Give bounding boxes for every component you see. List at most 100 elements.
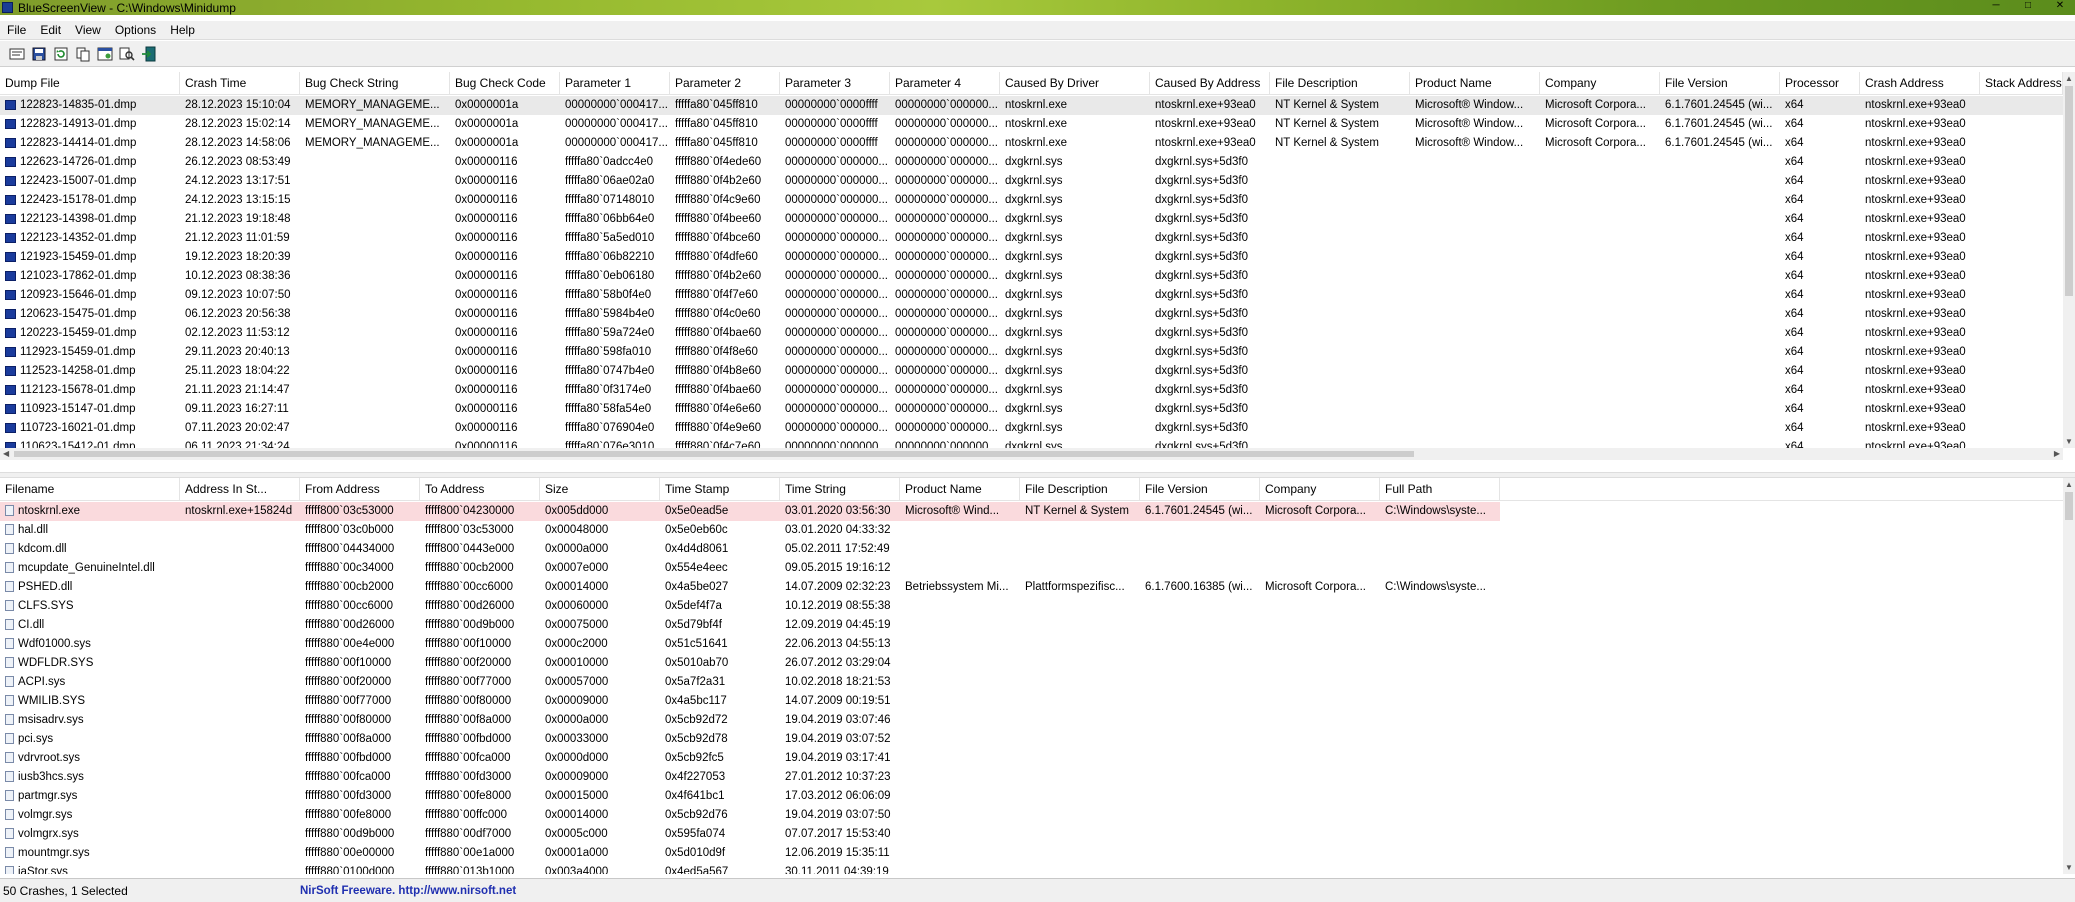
driver-column-header[interactable]: From Address xyxy=(300,478,420,501)
menu-file[interactable]: File xyxy=(0,23,33,37)
crash-row[interactable]: 122123-14398-01.dmp 21.12.2023 19:18:48 0x… xyxy=(0,210,2075,229)
driver-row[interactable]: WDFLDR.SYS fffff880`00f10000 fffff880`00f2… xyxy=(0,654,2075,673)
minimize-button[interactable]: ─ xyxy=(1987,0,2005,12)
crash-column-header[interactable]: Product Name xyxy=(1410,72,1540,95)
crash-column-header[interactable]: Parameter 3 xyxy=(780,72,890,95)
crash-row[interactable]: 121023-17862-01.dmp 10.12.2023 08:38:36 0x… xyxy=(0,267,2075,286)
driver-row[interactable]: Wdf01000.sys fffff880`00e4e000 fffff880`00… xyxy=(0,635,2075,654)
menu-edit[interactable]: Edit xyxy=(33,23,68,37)
driver-row[interactable]: kdcom.dll fffff800`04434000 fffff800`0443e… xyxy=(0,540,2075,559)
driver-row[interactable]: partmgr.sys fffff880`00fd3000 fffff880`00f… xyxy=(0,787,2075,806)
driver-row[interactable]: ACPI.sys fffff880`00f20000 fffff880`00f770… xyxy=(0,673,2075,692)
menu-options[interactable]: Options xyxy=(108,23,163,37)
copy-icon[interactable] xyxy=(74,45,91,62)
crash-list-hscrollbar[interactable]: ◀ ▶ xyxy=(0,448,2063,460)
crash-column-header[interactable]: File Version xyxy=(1660,72,1780,95)
driver-row[interactable]: CLFS.SYS fffff880`00cc6000 fffff880`00d260… xyxy=(0,597,2075,616)
refresh-icon[interactable] xyxy=(52,45,69,62)
driver-column-header[interactable]: Size xyxy=(540,478,660,501)
driver-column-header[interactable]: To Address xyxy=(420,478,540,501)
find-icon[interactable] xyxy=(118,45,135,62)
crash-row[interactable]: 122823-14414-01.dmp 28.12.2023 14:58:06 ME… xyxy=(0,134,2075,153)
crash-column-header[interactable]: Dump File xyxy=(0,72,180,95)
driver-row[interactable]: volmgr.sys fffff880`00fe8000 fffff880`00ff… xyxy=(0,806,2075,825)
crash-row[interactable]: 110723-16021-01.dmp 07.11.2023 20:02:47 0x… xyxy=(0,419,2075,438)
crash-row[interactable]: 122423-15007-01.dmp 24.12.2023 13:17:51 0x… xyxy=(0,172,2075,191)
html-report-icon[interactable] xyxy=(96,45,113,62)
driver-row[interactable]: vdrvroot.sys fffff880`00fbd000 fffff880`00… xyxy=(0,749,2075,768)
close-button[interactable]: ✕ xyxy=(2051,0,2069,12)
crash-column-header[interactable]: File Description xyxy=(1270,72,1410,95)
driver-row[interactable]: mcupdate_GenuineIntel.dll fffff880`00c340… xyxy=(0,559,2075,578)
crash-column-header[interactable]: Parameter 4 xyxy=(890,72,1000,95)
driver-row[interactable]: WMILIB.SYS fffff880`00f77000 fffff880`00f8… xyxy=(0,692,2075,711)
table-cell: fffff880`00d9b000 xyxy=(300,825,420,844)
crash-row[interactable]: 112523-14258-01.dmp 25.11.2023 18:04:22 0x… xyxy=(0,362,2075,381)
crash-row[interactable]: 122823-14913-01.dmp 28.12.2023 15:02:14 ME… xyxy=(0,115,2075,134)
driver-row[interactable]: iaStor.sys fffff880`0100d000 fffff880`013b… xyxy=(0,863,2075,874)
driver-row[interactable]: CI.dll fffff880`00d26000 fffff880`00d9b000… xyxy=(0,616,2075,635)
driver-column-header[interactable]: Full Path xyxy=(1380,478,1500,501)
cell-text: x64 xyxy=(1785,384,1804,396)
driver-row[interactable]: PSHED.dll fffff880`00cb2000 fffff880`00cc6… xyxy=(0,578,2075,597)
driver-row[interactable]: msisadrv.sys fffff880`00f80000 fffff880`00… xyxy=(0,711,2075,730)
table-cell xyxy=(1410,210,1540,229)
driver-row[interactable]: iusb3hcs.sys fffff880`00fca000 fffff880`00… xyxy=(0,768,2075,787)
driver-column-header[interactable]: File Version xyxy=(1140,478,1260,501)
table-cell: Microsoft Corpora... xyxy=(1260,578,1380,597)
cell-text: 00000000`000000... xyxy=(895,118,998,130)
maximize-button[interactable]: □ xyxy=(2019,0,2037,12)
driver-row[interactable]: volmgrx.sys fffff880`00d9b000 fffff880`00d… xyxy=(0,825,2075,844)
table-cell xyxy=(300,191,450,210)
crash-column-header[interactable]: Bug Check String xyxy=(300,72,450,95)
crash-row[interactable]: 112123-15678-01.dmp 21.11.2023 21:14:47 0x… xyxy=(0,381,2075,400)
crash-list-vscrollbar[interactable]: ▲ ▼ xyxy=(2063,72,2075,448)
table-cell: Plattformspezifisc... xyxy=(1020,578,1140,597)
crash-row[interactable]: 122623-14726-01.dmp 26.12.2023 08:53:49 0x… xyxy=(0,153,2075,172)
crash-row[interactable]: 120623-15475-01.dmp 06.12.2023 20:56:38 0x… xyxy=(0,305,2075,324)
driver-file-icon xyxy=(5,752,14,764)
driver-row[interactable]: ntoskrnl.exe ntoskrnl.exe+15824d fffff800`… xyxy=(0,502,1500,521)
table-cell xyxy=(1980,229,2063,248)
driver-row[interactable]: hal.dll fffff800`03c0b000 fffff800`03c5300… xyxy=(0,521,2075,540)
crash-column-header[interactable]: Crash Time xyxy=(180,72,300,95)
driver-list-vscrollbar[interactable]: ▲ ▼ xyxy=(2063,478,2075,874)
cell-text: dxgkrnl.sys+5d3f0 xyxy=(1155,308,1249,320)
driver-column-header[interactable]: Time String xyxy=(780,478,900,501)
driver-column-header[interactable]: File Description xyxy=(1020,478,1140,501)
menu-view[interactable]: View xyxy=(68,23,108,37)
crash-row[interactable]: 110923-15147-01.dmp 09.11.2023 16:27:11 0x… xyxy=(0,400,2075,419)
driver-column-header[interactable]: Product Name xyxy=(900,478,1020,501)
crash-column-header[interactable]: Parameter 2 xyxy=(670,72,780,95)
driver-row[interactable]: pci.sys fffff880`00f8a000 fffff880`00fbd00… xyxy=(0,730,2075,749)
driver-column-header[interactable]: Company xyxy=(1260,478,1380,501)
crash-row[interactable]: 112923-15459-01.dmp 29.11.2023 20:40:13 0x… xyxy=(0,343,2075,362)
crash-row[interactable]: 122423-15178-01.dmp 24.12.2023 13:15:15 0x… xyxy=(0,191,2075,210)
save-icon[interactable] xyxy=(30,45,47,62)
exit-icon[interactable] xyxy=(140,45,157,62)
nirsoft-link[interactable]: NirSoft Freeware. http://www.nirsoft.net xyxy=(300,885,516,897)
crash-column-header[interactable]: Parameter 1 xyxy=(560,72,670,95)
crash-row[interactable]: 120923-15646-01.dmp 09.12.2023 10:07:50 0x… xyxy=(0,286,2075,305)
crash-row[interactable]: 122823-14835-01.dmp 28.12.2023 15:10:04 ME… xyxy=(0,96,2075,115)
menu-help[interactable]: Help xyxy=(163,23,202,37)
crash-column-header[interactable]: Caused By Address xyxy=(1150,72,1270,95)
crash-column-header[interactable]: Processor xyxy=(1780,72,1860,95)
crash-column-header[interactable]: Caused By Driver xyxy=(1000,72,1150,95)
crash-column-header[interactable]: Stack Address 1 xyxy=(1980,72,2063,95)
table-cell: hal.dll xyxy=(0,521,180,540)
driver-column-header[interactable]: Time Stamp xyxy=(660,478,780,501)
properties-icon[interactable] xyxy=(8,45,25,62)
table-cell: 24.12.2023 13:17:51 xyxy=(180,172,300,191)
crash-column-header[interactable]: Bug Check Code xyxy=(450,72,560,95)
crash-row[interactable]: 120223-15459-01.dmp 02.12.2023 11:53:12 0x… xyxy=(0,324,2075,343)
table-cell: mcupdate_GenuineIntel.dll xyxy=(0,559,180,578)
crash-row[interactable]: 122123-14352-01.dmp 21.12.2023 11:01:59 0x… xyxy=(0,229,2075,248)
cell-text: msisadrv.sys xyxy=(18,714,84,726)
crash-row[interactable]: 121923-15459-01.dmp 19.12.2023 18:20:39 0x… xyxy=(0,248,2075,267)
driver-column-header[interactable]: Address In St... xyxy=(180,478,300,501)
crash-column-header[interactable]: Crash Address xyxy=(1860,72,1980,95)
crash-column-header[interactable]: Company xyxy=(1540,72,1660,95)
driver-column-header[interactable]: Filename xyxy=(0,478,180,501)
driver-row[interactable]: mountmgr.sys fffff880`00e00000 fffff880`00… xyxy=(0,844,2075,863)
